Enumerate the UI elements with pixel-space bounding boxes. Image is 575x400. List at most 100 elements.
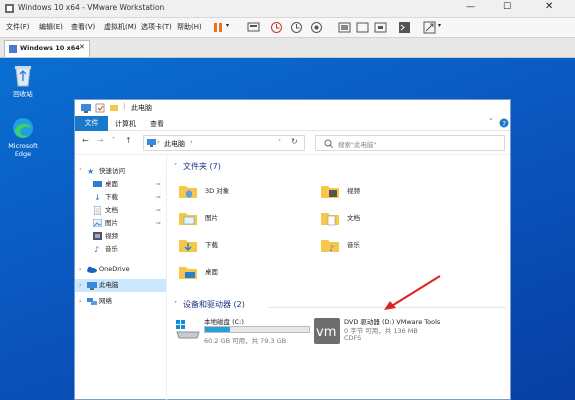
fit-guest-icon[interactable] <box>374 21 387 34</box>
quick-toolbar-divider: | <box>123 102 126 110</box>
vmware-tabbar: Windows 10 x64 ✕ <box>0 38 575 58</box>
nav-item-pictures[interactable]: 图片 ⊸ <box>75 217 166 230</box>
pin-icon: ⊸ <box>155 193 161 201</box>
folders-group-header[interactable]: 文件夹 (7) <box>183 161 221 172</box>
nav-label: 文档 <box>105 206 118 214</box>
folder-desktop[interactable]: 桌面 <box>172 262 282 288</box>
unity-icon[interactable] <box>356 21 369 34</box>
vm-tab-icon <box>9 45 17 53</box>
new-folder-icon[interactable] <box>109 103 119 113</box>
minimize-button[interactable]: — <box>466 2 475 12</box>
desktop-icon-edge[interactable]: Microsoft Edge <box>1 116 45 158</box>
computer-icon <box>87 282 97 290</box>
vm-tab[interactable]: Windows 10 x64 ✕ <box>4 40 90 57</box>
navigation-pane: ˅ ★ 快速访问 桌面 ⊸ ↓ 下载 ⊸ 文档 ⊸ 图片 ⊸ 视频 ♪ 音乐 ›… <box>75 155 167 400</box>
computer-icon <box>147 139 156 147</box>
refresh-icon[interactable]: ↻ <box>291 137 298 146</box>
desktop-icon-recycle-bin[interactable]: 回收站 <box>1 62 45 98</box>
computer-icon <box>81 104 91 113</box>
pause-icon[interactable] <box>211 21 224 34</box>
full-screen-icon[interactable] <box>338 21 351 34</box>
snapshot-manager-icon[interactable] <box>310 21 323 34</box>
chevron-right-icon: › <box>79 298 82 305</box>
up-arrow-icon[interactable]: ↑ <box>125 136 132 145</box>
folder-download-icon <box>179 240 197 252</box>
menu-edit[interactable]: 编辑(E) <box>39 22 63 32</box>
chevron-down-icon[interactable]: ˅ <box>174 163 177 170</box>
menu-help[interactable]: 帮助(H) <box>177 22 202 32</box>
nav-label: 快速访问 <box>99 167 125 175</box>
edge-icon <box>13 118 33 138</box>
nav-item-videos[interactable]: 视频 <box>75 230 166 243</box>
menu-vm[interactable]: 虚拟机(M) <box>104 22 137 32</box>
nav-item-music[interactable]: ♪ 音乐 <box>75 243 166 256</box>
address-bar[interactable]: › 此电脑 › ˅ ↻ <box>143 135 305 151</box>
chevron-down-icon[interactable]: ▾ <box>226 22 229 29</box>
search-placeholder: 搜索"此电脑" <box>338 141 377 149</box>
address-text: 此电脑 <box>164 140 185 148</box>
network-icon <box>87 298 97 305</box>
pin-icon: ⊸ <box>155 206 161 214</box>
folder-desktop-icon <box>179 267 197 279</box>
chevron-down-icon[interactable]: ˅ <box>174 301 177 308</box>
nav-item-desktop[interactable]: 桌面 ⊸ <box>75 178 166 191</box>
nav-network[interactable]: › 网络 <box>75 295 166 308</box>
folder-video-icon <box>321 186 339 198</box>
close-icon[interactable]: ✕ <box>79 43 85 51</box>
folder-pictures[interactable]: 图片 <box>172 208 282 234</box>
content-pane: ˅ 文件夹 (7) 3D 对象 视频 图片 文档 下载 ♪ 音乐 桌面 ˅ 设备… <box>168 155 510 400</box>
chevron-down-icon: ˅ <box>79 168 82 175</box>
ribbon-tab-computer[interactable]: 计算机 <box>115 119 136 129</box>
vm-tab-label: Windows 10 x64 <box>20 44 80 52</box>
search-input[interactable]: 搜索"此电脑" <box>315 135 505 151</box>
ribbon-tab-file[interactable]: 文件 <box>75 116 108 131</box>
desktop-folder-icon <box>93 181 102 187</box>
maximize-button[interactable]: ☐ <box>503 2 511 12</box>
menu-tabs[interactable]: 选项卡(T) <box>141 22 172 32</box>
forward-arrow-icon[interactable]: → <box>97 136 104 145</box>
explorer-ribbon: 文件 计算机 查看 ˅ ? <box>75 116 510 131</box>
menu-file[interactable]: 文件(F) <box>6 22 30 32</box>
folder-music[interactable]: ♪ 音乐 <box>314 235 424 261</box>
folder-label: 图片 <box>205 214 218 222</box>
nav-label: 桌面 <box>105 180 118 188</box>
snapshot-icon[interactable] <box>270 21 283 34</box>
menu-view[interactable]: 查看(V) <box>71 22 95 32</box>
folder-3d-icon <box>179 186 197 198</box>
nav-label: 音乐 <box>105 245 118 253</box>
nav-onedrive[interactable]: › OneDrive <box>75 263 166 276</box>
chevron-down-icon[interactable]: ▾ <box>438 22 441 29</box>
console-icon[interactable] <box>398 21 411 34</box>
star-icon: ★ <box>87 167 95 176</box>
help-icon[interactable]: ? <box>499 118 509 128</box>
devices-group-header[interactable]: 设备和驱动器 (2) <box>183 299 245 310</box>
explorer-title: 此电脑 <box>131 104 152 112</box>
nav-quick-access[interactable]: ˅ ★ 快速访问 <box>75 165 166 178</box>
nav-item-documents[interactable]: 文档 ⊸ <box>75 204 166 217</box>
nav-label: 网络 <box>99 297 112 305</box>
folder-3d-objects[interactable]: 3D 对象 <box>172 181 282 207</box>
nav-this-pc[interactable]: › 此电脑 <box>75 279 166 292</box>
ribbon-tab-view[interactable]: 查看 <box>150 119 164 129</box>
folder-documents[interactable]: 文档 <box>314 208 424 234</box>
properties-icon[interactable] <box>95 103 105 113</box>
nav-item-downloads[interactable]: ↓ 下载 ⊸ <box>75 191 166 204</box>
folder-videos[interactable]: 视频 <box>314 181 424 207</box>
folder-downloads[interactable]: 下载 <box>172 235 282 261</box>
drive-d[interactable]: vm DVD 驱动器 (D:) VMware Tools 0 字节 可用，共 1… <box>314 315 504 349</box>
address-dropdown-icon[interactable]: ˅ <box>278 139 281 146</box>
ribbon-collapse-icon[interactable]: ˅ <box>489 118 493 126</box>
send-keys-icon[interactable] <box>247 21 260 34</box>
folder-label: 3D 对象 <box>205 187 230 195</box>
drive-c[interactable]: 本地磁盘 (C:) 60.2 GB 可用，共 79.3 GB <box>170 315 310 347</box>
revert-snapshot-icon[interactable] <box>290 21 303 34</box>
drive-detail: 60.2 GB 可用，共 79.3 GB <box>204 337 287 345</box>
close-button[interactable]: ✕ <box>545 1 553 12</box>
recent-locations-icon[interactable]: ˅ <box>112 137 115 144</box>
drive-name: 本地磁盘 (C:) <box>204 318 244 326</box>
folder-label: 文档 <box>347 214 360 222</box>
stretch-icon[interactable] <box>423 21 436 34</box>
explorer-window: | 此电脑 文件 计算机 查看 ˅ ? ← → ˅ ↑ › 此电脑 › ˅ ↻ <box>74 99 511 400</box>
recycle-bin-icon <box>15 66 31 87</box>
back-arrow-icon[interactable]: ← <box>82 136 89 145</box>
